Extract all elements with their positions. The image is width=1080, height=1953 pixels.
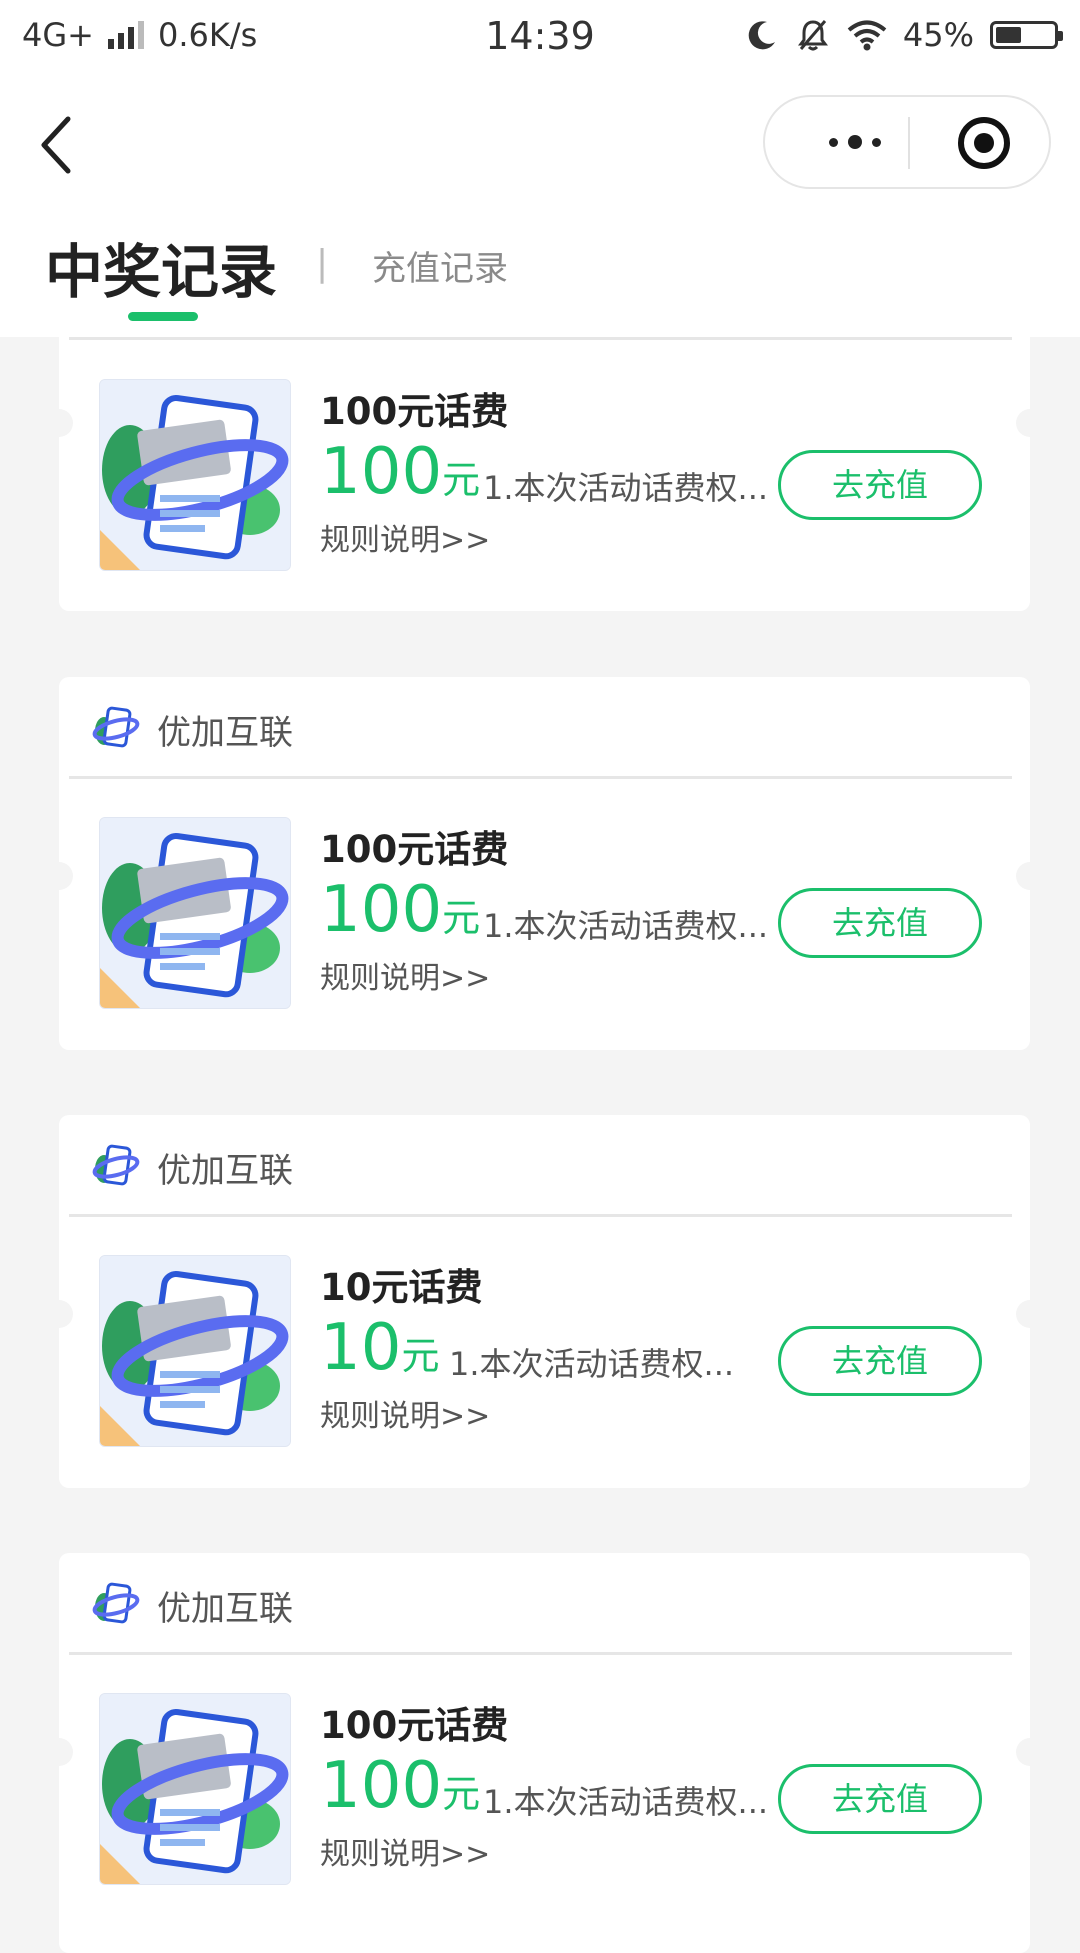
tab-separator: | — [316, 243, 329, 284]
prize-card: 优加互联 100元话费 100元 1.本次活动话费权... 规则说明>> 去充值 — [45, 1553, 1044, 1953]
rules-link[interactable]: 规则说明>> — [320, 1829, 490, 1873]
card-notch — [1016, 409, 1044, 437]
rules-link[interactable]: 规则说明>> — [320, 953, 490, 997]
amount-value: 100 — [320, 873, 443, 947]
card-notch — [1016, 1300, 1044, 1328]
card-divider — [69, 776, 1012, 779]
prize-card: 100元话费 100元 1.本次活动话费权... 规则说明>> 去充值 — [45, 337, 1044, 611]
phone-bill-image-icon — [100, 818, 290, 1008]
amount-unit: 元 — [442, 1772, 481, 1816]
card-divider — [69, 337, 1012, 340]
merchant-name: 优加互联 — [157, 1589, 293, 1629]
tabs-header: 中奖记录 | 充值记录 — [0, 215, 1080, 337]
prize-title: 100元话费 — [320, 390, 509, 433]
nav-bar — [0, 75, 1080, 215]
phone-bill-image-icon — [100, 1694, 290, 1884]
prize-description: 1.本次活动话费权... — [483, 1783, 769, 1821]
prize-amount: 100元 — [320, 1749, 480, 1823]
amount-value: 100 — [320, 435, 443, 509]
card-notch — [45, 862, 73, 890]
prize-thumbnail — [99, 1693, 291, 1885]
amount-value: 10 — [320, 1311, 402, 1385]
amount-unit: 元 — [442, 896, 481, 940]
tab-win-records[interactable]: 中奖记录 — [45, 225, 277, 309]
merchant-logo-icon — [92, 706, 140, 748]
recharge-button[interactable]: 去充值 — [778, 1764, 982, 1834]
card-notch — [1016, 1738, 1044, 1766]
phone-bill-image-icon — [100, 380, 290, 570]
battery-percent: 45% — [902, 16, 974, 54]
amount-unit: 元 — [442, 458, 481, 502]
card-divider — [69, 1214, 1012, 1217]
back-arrow-icon[interactable] — [30, 105, 110, 185]
card-divider — [69, 1652, 1012, 1655]
close-miniprogram-icon[interactable] — [958, 117, 1010, 169]
prize-description: 1.本次活动话费权... — [449, 1345, 735, 1383]
prize-amount: 100元 — [320, 435, 480, 509]
miniprogram-capsule — [763, 95, 1051, 189]
recharge-button[interactable]: 去充值 — [778, 1326, 982, 1396]
merchant-name: 优加互联 — [157, 1151, 293, 1191]
prize-title: 100元话费 — [320, 828, 509, 871]
card-notch — [45, 1738, 73, 1766]
prize-thumbnail — [99, 817, 291, 1009]
active-tab-indicator — [128, 312, 198, 321]
phone-bill-image-icon — [100, 1256, 290, 1446]
tab-recharge-records[interactable]: 充值记录 — [372, 241, 508, 290]
more-menu-button[interactable] — [805, 97, 905, 187]
card-notch — [1016, 862, 1044, 890]
bell-muted-icon — [797, 20, 828, 51]
amount-unit: 元 — [401, 1334, 440, 1378]
recharge-button[interactable]: 去充值 — [778, 888, 982, 958]
rules-link[interactable]: 规则说明>> — [320, 515, 490, 559]
card-notch — [45, 409, 73, 437]
card-header: 优加互联 — [59, 1553, 1030, 1653]
card-header: 优加互联 — [59, 1115, 1030, 1215]
amount-value: 100 — [320, 1749, 443, 1823]
prize-description: 1.本次活动话费权... — [483, 907, 769, 945]
prize-thumbnail — [99, 1255, 291, 1447]
moon-icon — [748, 21, 775, 50]
status-bar: 4G+ 0.6K/s 14:39 45% — [0, 0, 1080, 75]
recharge-button[interactable]: 去充值 — [778, 450, 982, 520]
battery-icon — [990, 21, 1063, 49]
prize-card: 优加互联 10元话费 10元 1.本次活动话费权... 规则说明>> 去充值 — [45, 1115, 1044, 1488]
card-notch — [45, 1300, 73, 1328]
prize-card: 优加互联 100元话费 100元 1.本次活动话费权... 规则说明>> 去充值 — [45, 677, 1044, 1050]
wifi-icon — [847, 20, 887, 51]
merchant-name: 优加互联 — [157, 713, 293, 753]
prize-amount: 10元 — [320, 1311, 439, 1385]
prize-description: 1.本次活动话费权... — [483, 469, 769, 507]
merchant-logo-icon — [92, 1144, 140, 1186]
capsule-divider — [908, 117, 910, 169]
card-header: 优加互联 — [59, 677, 1030, 777]
merchant-logo-icon — [92, 1582, 140, 1624]
prize-title: 10元话费 — [320, 1266, 483, 1309]
prize-title: 100元话费 — [320, 1704, 509, 1747]
prize-thumbnail — [99, 379, 291, 571]
prize-amount: 100元 — [320, 873, 480, 947]
rules-link[interactable]: 规则说明>> — [320, 1391, 490, 1435]
status-right: 45% — [745, 16, 1063, 54]
